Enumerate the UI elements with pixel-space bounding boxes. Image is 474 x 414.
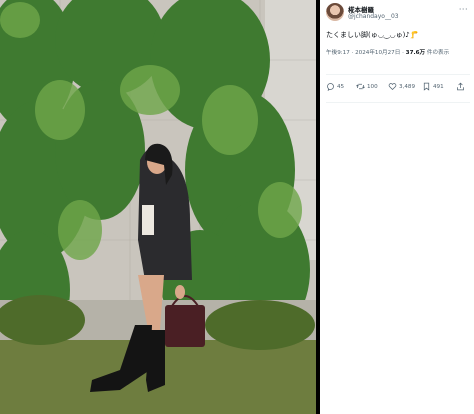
repost-count: 100 — [367, 83, 378, 90]
like-button[interactable]: 3,489 — [388, 82, 415, 91]
like-icon — [388, 83, 397, 91]
views-count: 37.6万 — [405, 50, 426, 56]
divider — [326, 102, 470, 103]
post-author[interactable]: 椛本樹羅 @jchandayo__03 ··· — [326, 3, 470, 23]
repost-button[interactable]: 100 — [356, 82, 378, 91]
avatar[interactable] — [326, 3, 344, 21]
views-label: 件の表示 — [425, 50, 450, 56]
more-icon[interactable]: ··· — [459, 5, 468, 14]
bookmark-icon — [423, 82, 430, 91]
post-detail-panel: 椛本樹羅 @jchandayo__03 ··· たくましい脚(ゅ◡‿◡ゅ)♪🦵 … — [320, 0, 474, 414]
repost-icon — [356, 83, 365, 90]
bookmark-button[interactable]: 491 — [422, 82, 444, 91]
share-button[interactable] — [456, 82, 465, 91]
reply-button[interactable]: 45 — [326, 82, 344, 91]
photo-image — [0, 0, 316, 414]
post-meta: 午後9:17 · 2024年10月27日 · 37.6万 件の表示 — [326, 48, 449, 56]
action-bar: 45 100 3,489 491 — [326, 82, 470, 96]
reply-count: 45 — [337, 83, 345, 90]
divider — [326, 74, 470, 75]
author-handle[interactable]: @jchandayo__03 — [348, 13, 399, 20]
reply-icon — [327, 83, 334, 91]
share-icon — [457, 82, 464, 91]
like-count: 3,489 — [399, 83, 416, 90]
post-photo[interactable] — [0, 0, 316, 414]
bookmark-count: 491 — [433, 83, 444, 90]
post-time[interactable]: 午後9:17 · 2024年10月27日 · — [326, 50, 406, 56]
post-text: たくましい脚(ゅ◡‿◡ゅ)♪🦵 — [326, 31, 419, 39]
